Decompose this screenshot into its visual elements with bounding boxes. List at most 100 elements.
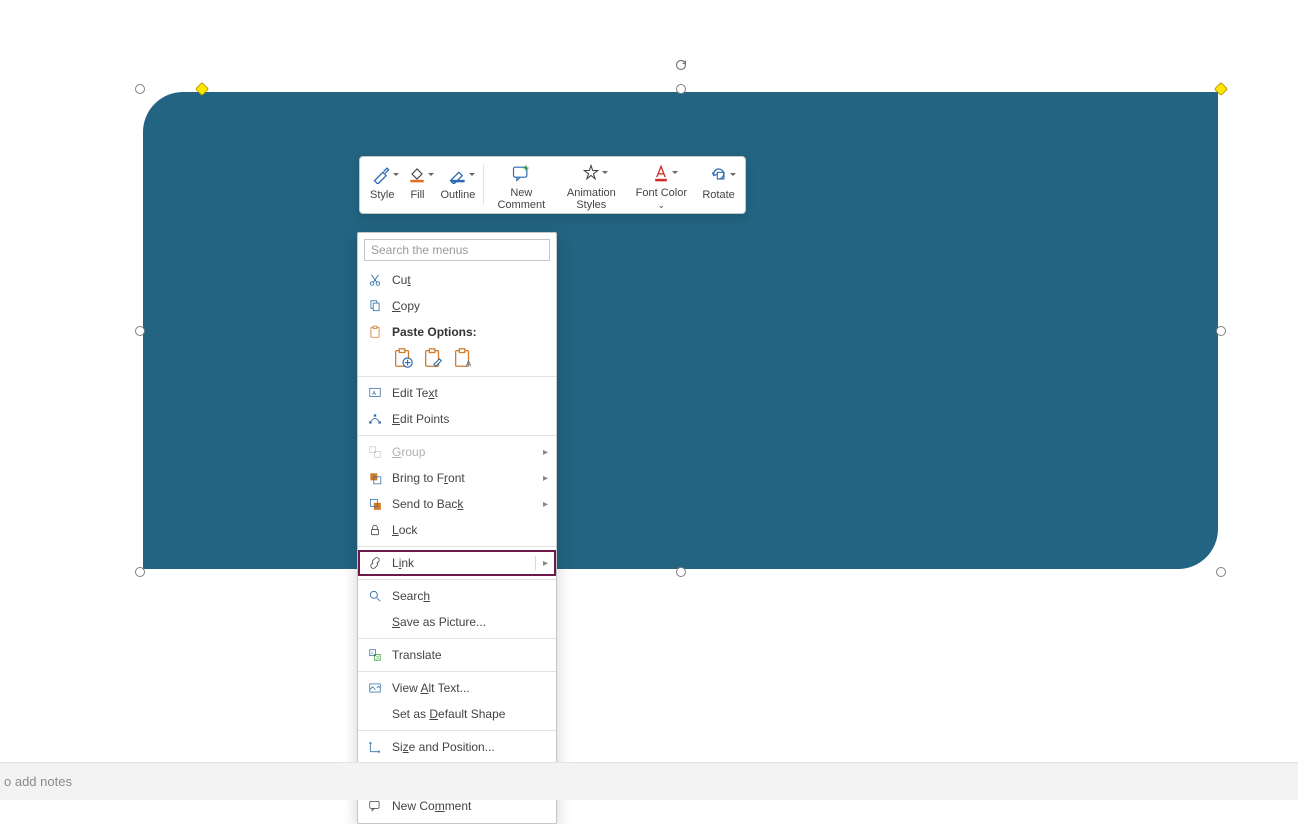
menu-search-input[interactable] bbox=[364, 239, 550, 261]
resize-handle-bottom-left[interactable] bbox=[135, 567, 145, 577]
copy-icon bbox=[366, 297, 384, 315]
cut-icon bbox=[366, 271, 384, 289]
edit-points-icon bbox=[366, 410, 384, 428]
blank-icon bbox=[366, 705, 384, 723]
menu-separator bbox=[358, 730, 556, 731]
menu-cut-label: Cut bbox=[392, 273, 548, 287]
menu-separator bbox=[358, 579, 556, 580]
style-button[interactable]: Style bbox=[364, 159, 400, 211]
menu-new-comment-label: New Comment bbox=[392, 799, 548, 813]
rotate-icon bbox=[708, 163, 730, 185]
search-icon bbox=[366, 587, 384, 605]
fill-icon bbox=[406, 163, 428, 185]
resize-handle-mid-right[interactable] bbox=[1216, 326, 1226, 336]
svg-text:文: 文 bbox=[376, 654, 380, 660]
chevron-right-icon: ▸ bbox=[543, 499, 548, 510]
svg-text:A: A bbox=[372, 391, 376, 397]
menu-set-default-shape[interactable]: Set as Default Shape bbox=[358, 701, 556, 727]
rotate-button[interactable]: Rotate bbox=[696, 159, 740, 211]
blank-icon bbox=[366, 613, 384, 631]
fill-label: Fill bbox=[410, 189, 424, 201]
menu-size-position[interactable]: Size and Position... bbox=[358, 734, 556, 760]
menu-set-default-shape-label: Set as Default Shape bbox=[392, 707, 548, 721]
context-menu: Cut Copy Paste Options: A bbox=[357, 232, 557, 824]
menu-search[interactable]: Search bbox=[358, 583, 556, 609]
menu-cut[interactable]: Cut bbox=[358, 267, 556, 293]
outline-icon bbox=[447, 163, 469, 185]
menu-paste-options-label: Paste Options: bbox=[392, 325, 548, 339]
animation-styles-icon bbox=[580, 163, 602, 183]
send-to-back-icon bbox=[366, 495, 384, 513]
resize-handle-top-mid[interactable] bbox=[676, 84, 686, 94]
menu-search-label: Search bbox=[392, 589, 548, 603]
paste-keep-source-icon[interactable] bbox=[422, 347, 444, 369]
style-icon bbox=[371, 163, 393, 185]
chevron-right-icon: ▸ bbox=[543, 558, 548, 569]
rotate-label: Rotate bbox=[702, 189, 734, 201]
new-comment-button[interactable]: New Comment bbox=[486, 159, 556, 211]
menu-separator bbox=[358, 435, 556, 436]
font-color-button[interactable]: Font Color ⌄ bbox=[626, 159, 696, 211]
paste-picture-icon[interactable]: A bbox=[452, 347, 474, 369]
notes-bar[interactable]: o add notes bbox=[0, 762, 1298, 800]
menu-send-to-back-label: Send to Back bbox=[392, 497, 543, 511]
menu-group: Group ▸ bbox=[358, 439, 556, 465]
menu-link[interactable]: Link ▸ bbox=[358, 550, 556, 576]
resize-handle-bottom-mid[interactable] bbox=[676, 567, 686, 577]
menu-translate[interactable]: A文 Translate bbox=[358, 642, 556, 668]
resize-handle-mid-left[interactable] bbox=[135, 326, 145, 336]
alt-text-icon bbox=[366, 679, 384, 697]
translate-icon: A文 bbox=[366, 646, 384, 664]
outline-button[interactable]: Outline bbox=[434, 159, 481, 211]
resize-handle-bottom-right[interactable] bbox=[1216, 567, 1226, 577]
style-label: Style bbox=[370, 189, 394, 201]
menu-separator bbox=[358, 376, 556, 377]
menu-lock[interactable]: Lock bbox=[358, 517, 556, 543]
menu-group-label: Group bbox=[392, 445, 543, 459]
menu-bring-to-front[interactable]: Bring to Front ▸ bbox=[358, 465, 556, 491]
animation-styles-label: Animation Styles bbox=[562, 187, 620, 211]
menu-edit-text-label: Edit Text bbox=[392, 386, 548, 400]
rotate-handle[interactable] bbox=[672, 56, 690, 74]
bring-to-front-icon bbox=[366, 469, 384, 487]
edit-text-icon: A bbox=[366, 384, 384, 402]
font-color-label: Font Color ⌄ bbox=[632, 187, 690, 211]
paste-icon bbox=[366, 323, 384, 341]
link-icon bbox=[366, 554, 384, 572]
size-position-icon bbox=[366, 738, 384, 756]
menu-send-to-back[interactable]: Send to Back ▸ bbox=[358, 491, 556, 517]
menu-edit-points[interactable]: Edit Points bbox=[358, 406, 556, 432]
notes-placeholder: o add notes bbox=[4, 774, 72, 789]
menu-translate-label: Translate bbox=[392, 648, 548, 662]
menu-edit-text[interactable]: A Edit Text bbox=[358, 380, 556, 406]
chevron-right-icon: ▸ bbox=[543, 447, 548, 458]
menu-separator bbox=[358, 671, 556, 672]
menu-search-wrap bbox=[364, 239, 550, 261]
menu-save-as-picture[interactable]: Save as Picture... bbox=[358, 609, 556, 635]
menu-size-position-label: Size and Position... bbox=[392, 740, 548, 754]
menu-separator bbox=[358, 638, 556, 639]
slide-canvas[interactable]: Style Fill Outline New Comment Animatio bbox=[0, 0, 1298, 800]
menu-link-label: Link bbox=[392, 556, 543, 570]
mini-toolbar: Style Fill Outline New Comment Animatio bbox=[359, 156, 746, 214]
paste-options-row: A bbox=[358, 345, 556, 373]
paste-use-dest-theme-icon[interactable] bbox=[392, 347, 414, 369]
toolbar-separator bbox=[483, 165, 484, 205]
outline-label: Outline bbox=[440, 189, 475, 201]
menu-copy[interactable]: Copy bbox=[358, 293, 556, 319]
menu-paste-options: Paste Options: bbox=[358, 319, 556, 345]
menu-separator bbox=[358, 546, 556, 547]
menu-copy-label: Copy bbox=[392, 299, 548, 313]
menu-bring-to-front-label: Bring to Front bbox=[392, 471, 543, 485]
font-color-icon bbox=[650, 163, 672, 183]
fill-button[interactable]: Fill bbox=[400, 159, 434, 211]
resize-handle-top-left[interactable] bbox=[135, 84, 145, 94]
menu-view-alt-text[interactable]: View Alt Text... bbox=[358, 675, 556, 701]
menu-view-alt-text-label: View Alt Text... bbox=[392, 681, 548, 695]
new-comment-label: New Comment bbox=[492, 187, 550, 211]
menu-lock-label: Lock bbox=[392, 523, 548, 537]
lock-icon bbox=[366, 521, 384, 539]
chevron-right-icon: ▸ bbox=[543, 473, 548, 484]
group-icon bbox=[366, 443, 384, 461]
animation-styles-button[interactable]: Animation Styles bbox=[556, 159, 626, 211]
